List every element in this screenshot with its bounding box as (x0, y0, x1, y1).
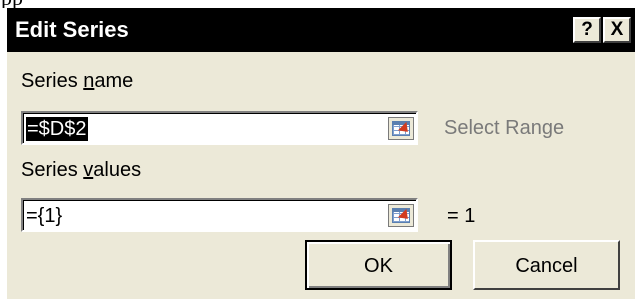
series-values-input[interactable]: ={1} (21, 198, 418, 232)
series-name-value: =$D$2 (26, 117, 88, 141)
help-button[interactable]: ? (573, 17, 601, 43)
background-text-fragment: pp (0, 0, 635, 8)
close-button[interactable]: X (603, 17, 631, 43)
series-name-label: Series name (21, 70, 134, 92)
series-values-result: = 1 (447, 205, 476, 227)
series-values-label: Series values (21, 159, 142, 181)
series-values-range-button[interactable] (388, 204, 414, 227)
series-values-value: ={1} (26, 205, 63, 227)
series-name-range-button[interactable] (388, 117, 414, 140)
title-bar[interactable]: Edit Series ? X (7, 8, 635, 52)
cancel-button[interactable]: Cancel (473, 240, 620, 290)
dialog-title: Edit Series (15, 17, 129, 42)
ok-button[interactable]: OK (305, 240, 452, 290)
screenshot-stage: pp Edit Series ? X Series name =$D$2 Sel… (0, 0, 635, 299)
series-name-input[interactable]: =$D$2 (21, 111, 418, 145)
edit-series-dialog: Edit Series ? X Series name =$D$2 Select… (5, 8, 635, 299)
select-range-hint: Select Range (444, 117, 565, 139)
